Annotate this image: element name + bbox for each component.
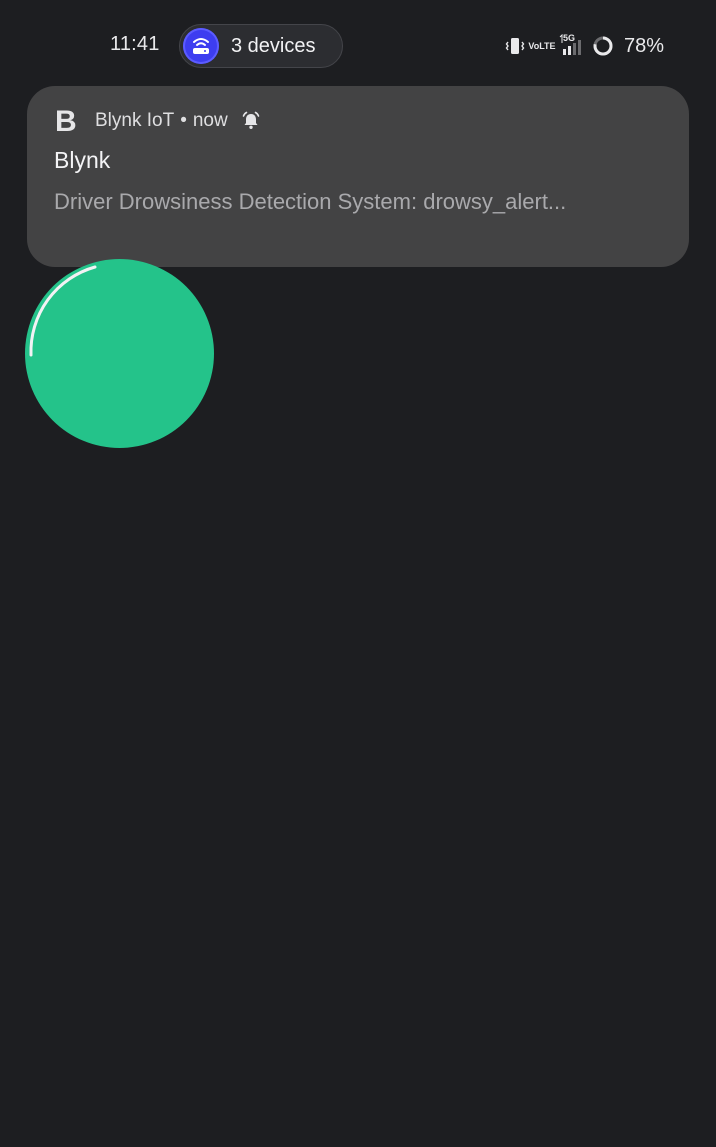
- signal-5g-icon: 5G: [558, 33, 584, 58]
- system-icons: Vo LTE 5G 78%: [504, 30, 664, 62]
- notification-time: now: [192, 110, 228, 131]
- battery-percent: 78%: [623, 34, 664, 57]
- notification-header: Blynk IoT • now: [95, 110, 262, 132]
- vibrate-icon: [504, 35, 526, 57]
- phone-screen: 11:41 3 devices Vo LTE 5G 78% B Blynk Io…: [0, 0, 716, 1147]
- notification-body: Driver Drowsiness Detection System: drow…: [54, 189, 567, 214]
- battery-ring-icon: [592, 35, 614, 57]
- volte-bottom-text: LTE: [539, 40, 556, 51]
- hotspot-devices-chip[interactable]: 3 devices: [179, 24, 343, 68]
- status-time: 11:41: [110, 33, 160, 55]
- blynk-logo: B: [55, 105, 77, 138]
- status-bar: 11:41 3 devices Vo LTE 5G 78%: [0, 0, 716, 92]
- notification-separator: •: [180, 110, 187, 131]
- notification-app-name: Blynk IoT: [95, 110, 175, 131]
- volte-top-text: Vo: [528, 40, 540, 51]
- notification-title: Blynk: [54, 147, 111, 173]
- blynk-notification[interactable]: B Blynk IoT • now Blynk Driver Drowsines…: [27, 86, 689, 267]
- alarm-bell-icon: [240, 110, 262, 132]
- hotspot-router-icon: [183, 28, 219, 64]
- hotspot-devices-label: 3 devices: [231, 34, 316, 57]
- bubble-highlight-arc: [29, 265, 97, 357]
- volte-icon: Vo LTE: [528, 41, 555, 51]
